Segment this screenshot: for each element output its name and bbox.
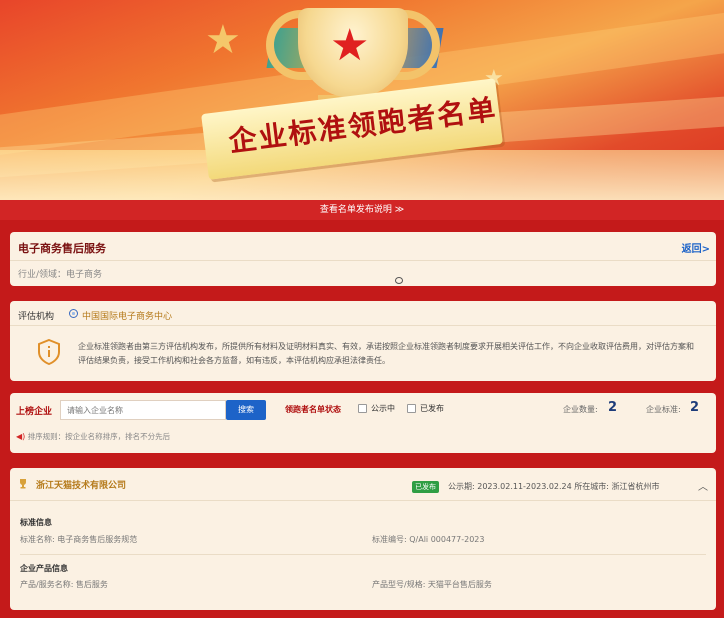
page-title: 电子商务售后服务 <box>18 242 106 255</box>
agency-label: 评估机构 <box>18 312 55 322</box>
standard-number: 标准编号: Q/Ali 000477-2023 <box>372 535 485 544</box>
search-button[interactable]: 搜索 <box>226 400 266 420</box>
sort-rule: ◀) 排序规则：按企业名称排序，排名不分先后 <box>16 431 170 442</box>
speaker-icon: ◀) <box>16 432 26 441</box>
service-card: 电子商务售后服务 返回> 行业/领域：电子商务 <box>10 232 716 286</box>
checkbox-publicizing[interactable] <box>358 404 367 413</box>
checkbox-label: 公示中 <box>371 404 395 413</box>
standard-name: 标准名称: 电子商务售后服务规范 <box>20 535 138 544</box>
back-link[interactable]: 返回> <box>682 240 710 255</box>
divider <box>20 554 706 555</box>
hero-banner: ★ ★ ★ 企业标准领跑者名单 <box>0 0 724 200</box>
standard-section-title: 标准信息 <box>20 518 52 527</box>
filter-card: 上榜企业 搜索 领跑者名单状态 公示中 已发布 企业数量: 2 企业标准: 2 … <box>10 393 716 453</box>
company-filter-label: 上榜企业 <box>16 407 53 417</box>
product-model: 产品型号/规格: 天猫平台售后服务 <box>372 580 492 589</box>
product-name: 产品/服务名称: 售后服务 <box>20 580 108 589</box>
agency-card: 评估机构 中国国际电子商务中心 企业标准领跑者由第三方评估机构发布，所提供所有材… <box>10 301 716 381</box>
industry-label: 行业/领域： <box>18 270 67 280</box>
divider <box>10 500 716 501</box>
status-badge: 已发布 <box>412 481 439 493</box>
checkbox-published[interactable] <box>407 404 416 413</box>
star-icon: ★ <box>205 17 241 63</box>
agency-name[interactable]: 中国国际电子商务中心 <box>82 309 172 322</box>
divider <box>10 325 716 326</box>
disclaimer-text: 企业标准领跑者由第三方评估机构发布，所提供所有材料及证明材料真实、有效，承诺按照… <box>78 342 694 365</box>
star-icon: ★ <box>330 20 370 71</box>
industry-field: 行业/领域：电子商务 <box>18 267 102 280</box>
divider <box>10 260 716 261</box>
cursor-icon <box>395 277 403 284</box>
publicity-period: 公示期: 2023.02.11-2023.02.24 所在城市: 浙江省杭州市 <box>448 482 660 491</box>
sort-rule-text: 排序规则：按企业名称排序，排名不分先后 <box>27 432 171 441</box>
company-card: 浙江天猫技术有限公司 已发布 公示期: 2023.02.11-2023.02.2… <box>10 468 716 610</box>
chevron-up-icon[interactable]: ︿ <box>698 478 708 493</box>
standard-count-label: 企业标准: <box>646 405 681 414</box>
company-count-label: 企业数量: <box>563 405 598 414</box>
search-input[interactable] <box>60 400 226 420</box>
company-count: 2 <box>608 400 618 415</box>
company-name[interactable]: 浙江天猫技术有限公司 <box>36 478 126 491</box>
standard-count: 2 <box>690 400 700 415</box>
globe-icon <box>69 309 78 318</box>
status-filter-label: 领跑者名单状态 <box>285 405 341 414</box>
industry-value: 电子商务 <box>66 270 103 280</box>
product-section-title: 企业产品信息 <box>20 564 68 573</box>
shield-icon <box>38 339 60 365</box>
trophy-icon <box>20 479 26 489</box>
checkbox-label: 已发布 <box>420 404 444 413</box>
release-notes-link[interactable]: 查看名单发布说明 ≫ <box>0 200 724 220</box>
